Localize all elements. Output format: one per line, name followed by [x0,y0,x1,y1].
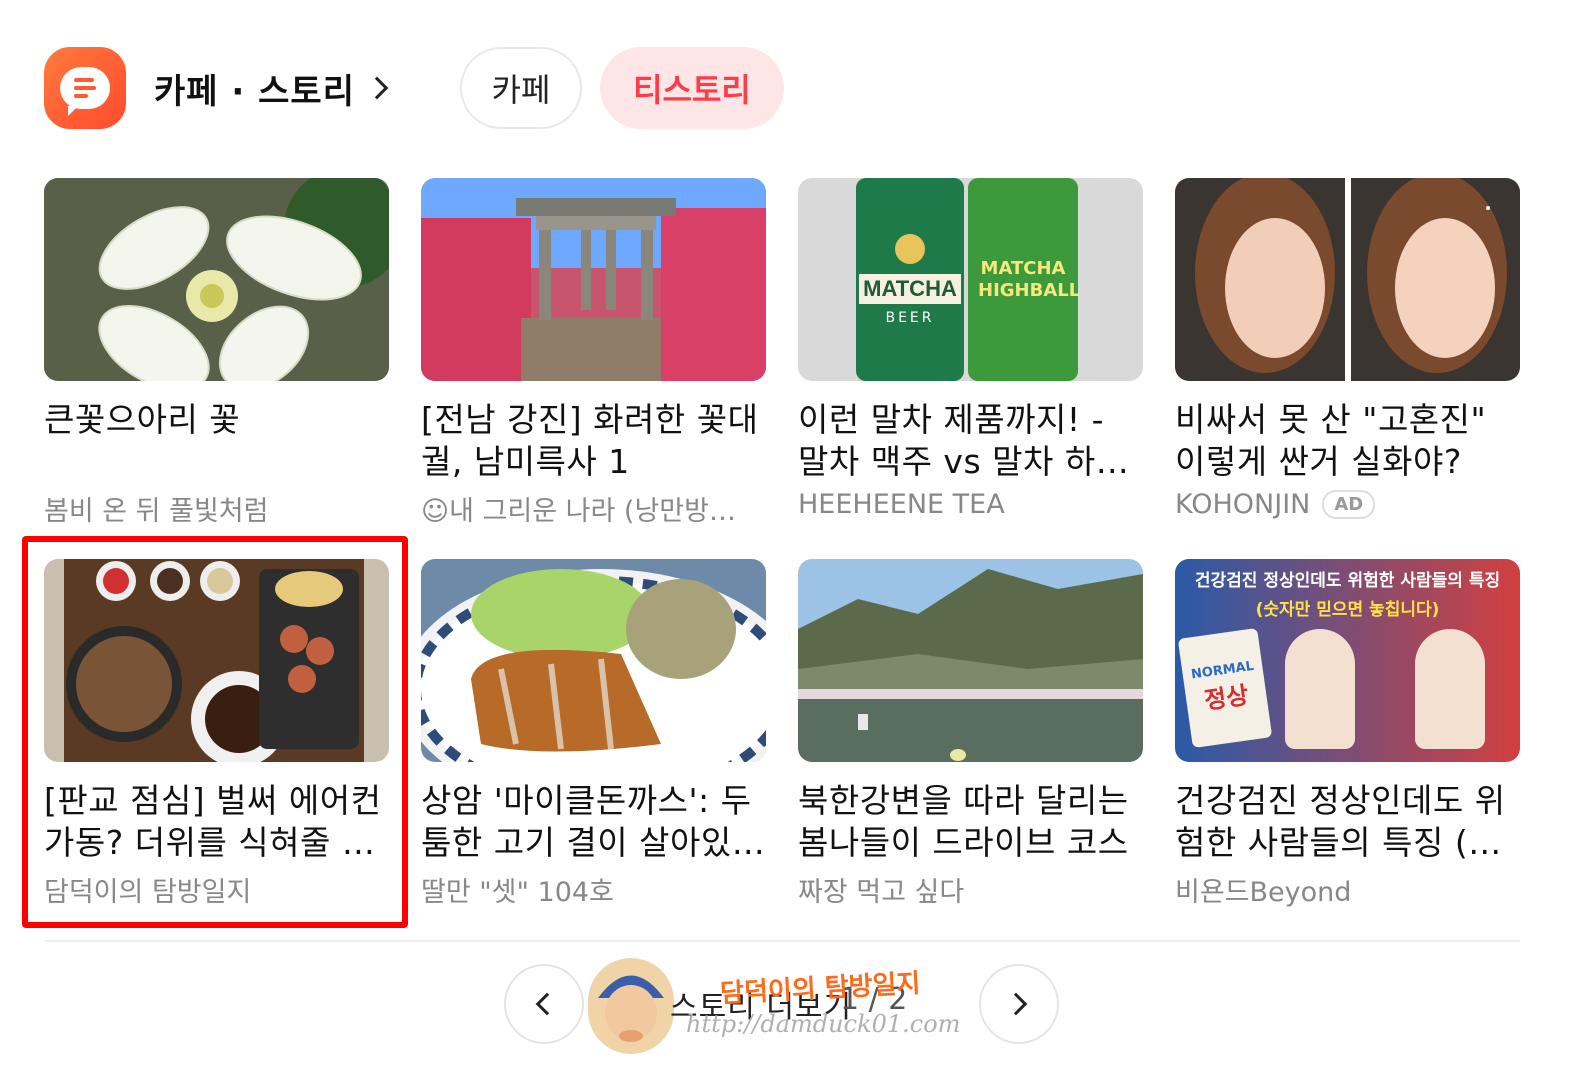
story-card[interactable]: MATCHA BEER MATCHA HIGHBALL 이런 말차 제품까지! … [798,178,1143,520]
story-card[interactable]: 건강검진 정상인데도 위험한 사람들의 특징 (숫자만 믿으면 놓칩니다) NO… [1175,559,1520,909]
card-thumbnail: MATCHA BEER MATCHA HIGHBALL [798,178,1143,381]
card-thumbnail [421,178,766,381]
card-title: 상암 '마이클돈까스': 두툼한 고기 결이 살아있… [421,781,766,862]
card-thumbnail: 건강검진 정상인데도 위험한 사람들의 특징 (숫자만 믿으면 놓칩니다) NO… [1175,559,1520,762]
card-source: 봄비 온 뒤 풀빛처럼 [44,496,269,527]
story-card[interactable]: [전남 강진] 화려한 꽃대궐, 남미륵사 1 ☺내 그리운 나라 (낭만방… [421,178,766,528]
card-source: HEEHEENE TEA [798,489,1005,520]
card-title: [전남 강진] 화려한 꽃대궐, 남미륵사 1 [421,400,759,481]
story-panel: 카페 · 스토리 카페 티스토리 큰꽃으아리 꽃 봄비 온 뒤 풀빛처럼 [전남… [0,0,1588,1080]
avatar [588,958,674,1054]
chat-bubble-icon [44,47,126,129]
story-card[interactable]: 북한강변을 따라 달리는 봄나들이 드라이브 코스 짜장 먹고 싶다 [798,559,1143,909]
tab-cafe[interactable]: 카페 [460,47,582,129]
card-source: 비욘드Beyond [1175,877,1352,908]
story-card[interactable]: 비싸서 못 산 "고혼진" 이렇게 싼거 실화야? KOHONJIN AD [1175,178,1520,520]
card-title: 건강검진 정상인데도 위험한 사람들의 특징 (… [1175,781,1506,862]
card-thumbnail [421,559,766,762]
ad-badge: AD [1322,490,1376,519]
card-thumbnail [44,178,389,381]
card-source: 딸만 "셋" 104호 [421,877,614,908]
section-header: 카페 · 스토리 카페 티스토리 [44,47,784,129]
card-source: ☺내 그리운 나라 (낭만방… [421,496,736,527]
card-title: 북한강변을 따라 달리는 봄나들이 드라이브 코스 [798,781,1129,862]
tab-tistory[interactable]: 티스토리 [600,47,784,129]
chevron-right-icon [365,76,389,100]
card-source: KOHONJIN AD [1175,489,1520,520]
chevron-left-icon [535,992,559,1016]
story-card[interactable]: 큰꽃으아리 꽃 봄비 온 뒤 풀빛처럼 [44,178,389,528]
card-title: 비싸서 못 산 "고혼진" 이렇게 싼거 실화야? [1175,400,1487,481]
card-thumbnail [1175,178,1520,381]
divider [44,940,1520,942]
card-title: 이런 말차 제품까지! - 말차 맥주 vs 말차 하… [798,400,1130,481]
story-card[interactable]: 상암 '마이클돈까스': 두툼한 고기 결이 살아있… 딸만 "셋" 104호 [421,559,766,909]
card-title: 큰꽃으아리 꽃 [44,400,241,439]
card-source: 짜장 먹고 싶다 [798,877,965,908]
next-page-button[interactable] [979,964,1059,1044]
section-title: 카페 · 스토리 [154,71,355,112]
prev-page-button[interactable] [504,964,584,1044]
chevron-right-icon [1004,992,1028,1016]
card-thumbnail [798,559,1143,762]
highlight-box [22,536,408,928]
watermark-url: http://damduck01.com [686,1010,961,1038]
section-title-link[interactable]: 카페 · 스토리 [154,64,389,113]
